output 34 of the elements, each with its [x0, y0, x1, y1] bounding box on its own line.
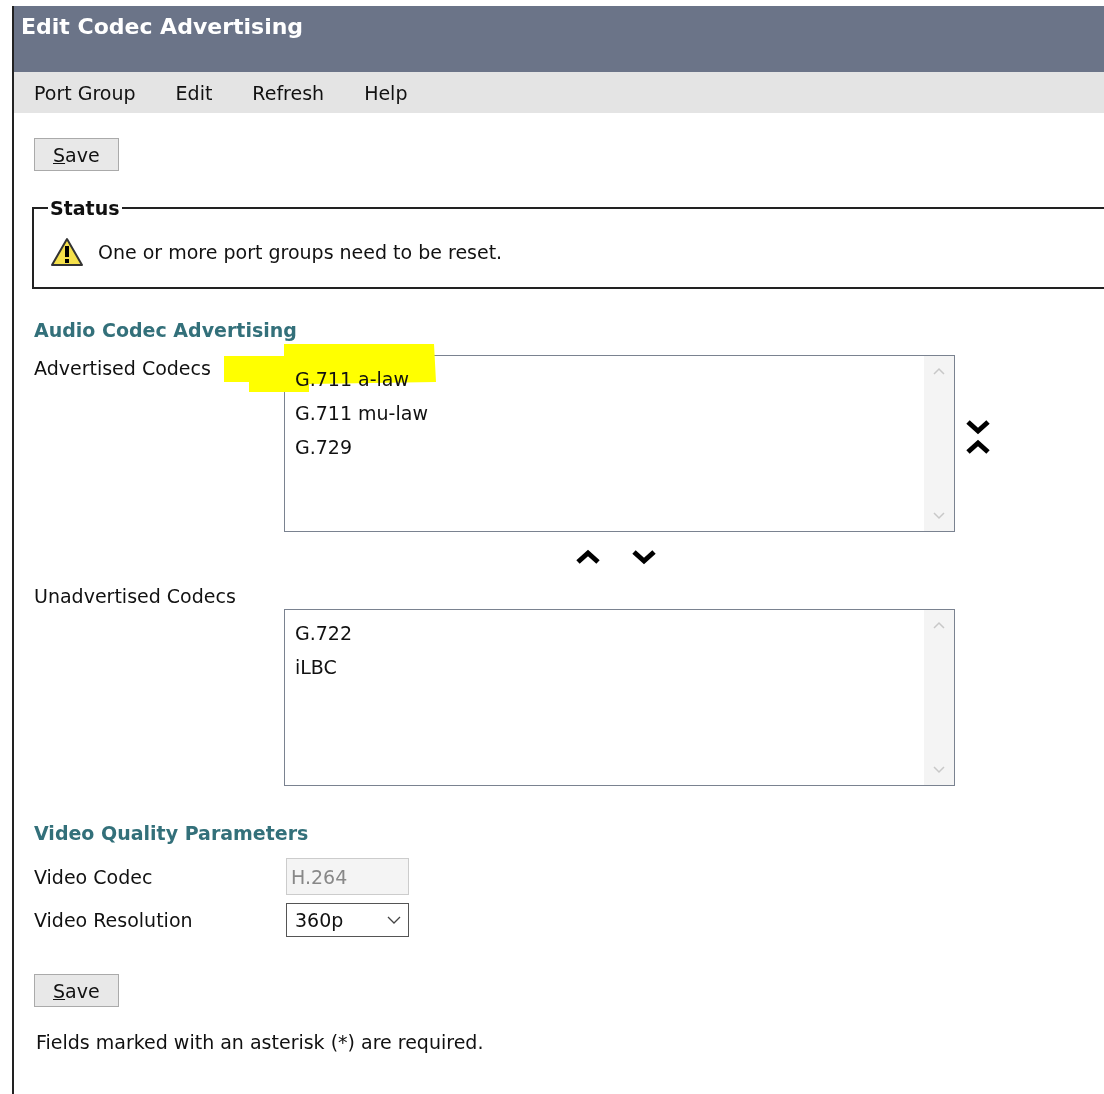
section-heading: Video Quality Parameters	[34, 822, 310, 844]
list-option[interactable]: G.722	[293, 616, 355, 650]
scroll-down-icon[interactable]	[932, 765, 946, 775]
window-title: Edit Codec Advertising	[21, 14, 304, 39]
menu-item[interactable]: Help	[364, 81, 408, 104]
menu-item[interactable]: Edit	[175, 81, 213, 104]
codec-list[interactable]: G.722 iLBC	[284, 609, 955, 786]
scroll-down-icon[interactable]	[932, 511, 946, 521]
field-label: Unadvertised Codecs	[34, 585, 236, 607]
menu-item[interactable]: Port Group	[34, 81, 136, 104]
list-option[interactable]: G.729	[293, 430, 355, 464]
warning-icon	[50, 237, 84, 267]
caret-icon	[386, 915, 402, 925]
status-message: One or more port groups need to be reset.	[98, 241, 503, 263]
scroll-up-icon[interactable]	[932, 366, 946, 376]
resolution-dropdown[interactable]: 360p	[286, 903, 409, 937]
footer-note: Fields marked with an asterisk (*) are required.	[35, 1031, 485, 1053]
move-up-icon[interactable]	[575, 549, 601, 565]
move-down-icon[interactable]	[965, 419, 991, 435]
section-heading: Audio Codec Advertising	[34, 319, 298, 341]
save-button[interactable]: Save	[34, 974, 119, 1007]
status-legend: Status	[48, 197, 122, 219]
field-label: Advertised Codecs	[34, 357, 211, 379]
list-option[interactable]: G.711 mu-law	[293, 396, 430, 430]
save-button[interactable]: Save	[34, 138, 119, 171]
scroll-up-icon[interactable]	[932, 620, 946, 630]
scrollbar[interactable]	[924, 610, 954, 785]
move-up-icon[interactable]	[965, 439, 991, 455]
scrollbar[interactable]	[924, 356, 954, 531]
field-label: Video Resolution	[34, 909, 194, 931]
move-down-icon[interactable]	[631, 549, 657, 565]
field-label: Video Codec	[34, 865, 154, 888]
list-option[interactable]: iLBC	[293, 650, 339, 684]
menu-item[interactable]: Refresh	[252, 81, 325, 104]
